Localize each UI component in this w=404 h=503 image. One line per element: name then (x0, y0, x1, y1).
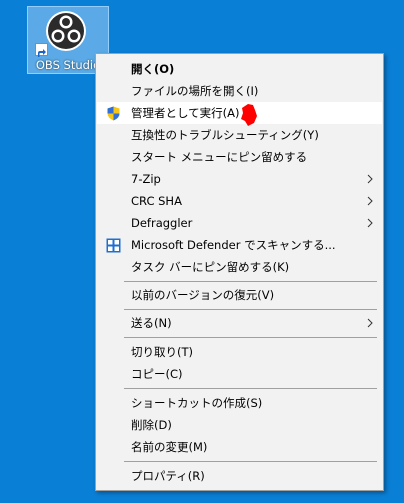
menu-item-send-to[interactable]: 送る(N) (97, 312, 382, 334)
menu-item-label: 送る(N) (131, 316, 172, 330)
menu-item-label: 以前のバージョンの復元(V) (131, 288, 275, 302)
menu-item-label: 管理者として実行(A) (131, 106, 240, 120)
menu-item-label: タスク バーにピン留めする(K) (131, 260, 290, 274)
menu-separator (124, 461, 377, 462)
menu-item-defender-scan[interactable]: Microsoft Defender でスキャンする... (97, 234, 382, 256)
menu-item-troubleshoot-compatibility[interactable]: 互換性のトラブルシューティング(Y) (97, 124, 382, 146)
menu-item-copy[interactable]: コピー(C) (97, 363, 382, 385)
context-menu: 開く(O) ファイルの場所を開く(I) 管理者として実行(A) 互換性のトラブル… (95, 53, 384, 491)
menu-item-label: 互換性のトラブルシューティング(Y) (131, 128, 319, 142)
menu-item-label: Defraggler (131, 216, 193, 230)
menu-item-create-shortcut[interactable]: ショートカットの作成(S) (97, 392, 382, 414)
menu-item-pin-to-start[interactable]: スタート メニューにピン留めする (97, 146, 382, 168)
menu-item-open[interactable]: 開く(O) (97, 58, 382, 80)
menu-item-label: 削除(D) (131, 418, 172, 432)
menu-separator (124, 309, 377, 310)
menu-item-7zip[interactable]: 7-Zip (97, 168, 382, 190)
menu-item-crc-sha[interactable]: CRC SHA (97, 190, 382, 212)
menu-item-rename[interactable]: 名前の変更(M) (97, 436, 382, 458)
menu-item-defraggler[interactable]: Defraggler (97, 212, 382, 234)
chevron-right-icon (367, 174, 373, 184)
menu-item-label: 名前の変更(M) (131, 440, 208, 454)
chevron-right-icon (367, 318, 373, 328)
menu-item-label: 7-Zip (131, 172, 161, 186)
obs-studio-icon (46, 11, 86, 51)
menu-item-properties[interactable]: プロパティ(R) (97, 465, 382, 487)
menu-separator (124, 281, 377, 282)
menu-item-delete[interactable]: 削除(D) (97, 414, 382, 436)
red-annotation-mark (241, 104, 257, 126)
uac-shield-icon (107, 106, 120, 121)
menu-item-open-file-location[interactable]: ファイルの場所を開く(I) (97, 80, 382, 102)
shortcut-arrow-icon (35, 43, 48, 57)
menu-item-label: ファイルの場所を開く(I) (131, 84, 259, 98)
menu-separator (124, 388, 377, 389)
menu-item-label: Microsoft Defender でスキャンする... (131, 238, 336, 252)
chevron-right-icon (367, 196, 373, 206)
defender-icon (106, 238, 121, 253)
menu-item-restore-previous-versions[interactable]: 以前のバージョンの復元(V) (97, 284, 382, 306)
menu-separator (124, 337, 377, 338)
menu-item-label: スタート メニューにピン留めする (131, 150, 308, 164)
menu-item-label: 開く(O) (131, 62, 175, 76)
chevron-right-icon (367, 218, 373, 228)
menu-item-label: プロパティ(R) (131, 469, 205, 483)
menu-item-pin-to-taskbar[interactable]: タスク バーにピン留めする(K) (97, 256, 382, 278)
menu-item-label: コピー(C) (131, 367, 183, 381)
menu-item-label: ショートカットの作成(S) (131, 396, 263, 410)
menu-item-label: 切り取り(T) (131, 345, 193, 359)
menu-item-run-as-admin[interactable]: 管理者として実行(A) (97, 102, 382, 126)
menu-item-label: CRC SHA (131, 194, 182, 208)
menu-item-cut[interactable]: 切り取り(T) (97, 341, 382, 363)
